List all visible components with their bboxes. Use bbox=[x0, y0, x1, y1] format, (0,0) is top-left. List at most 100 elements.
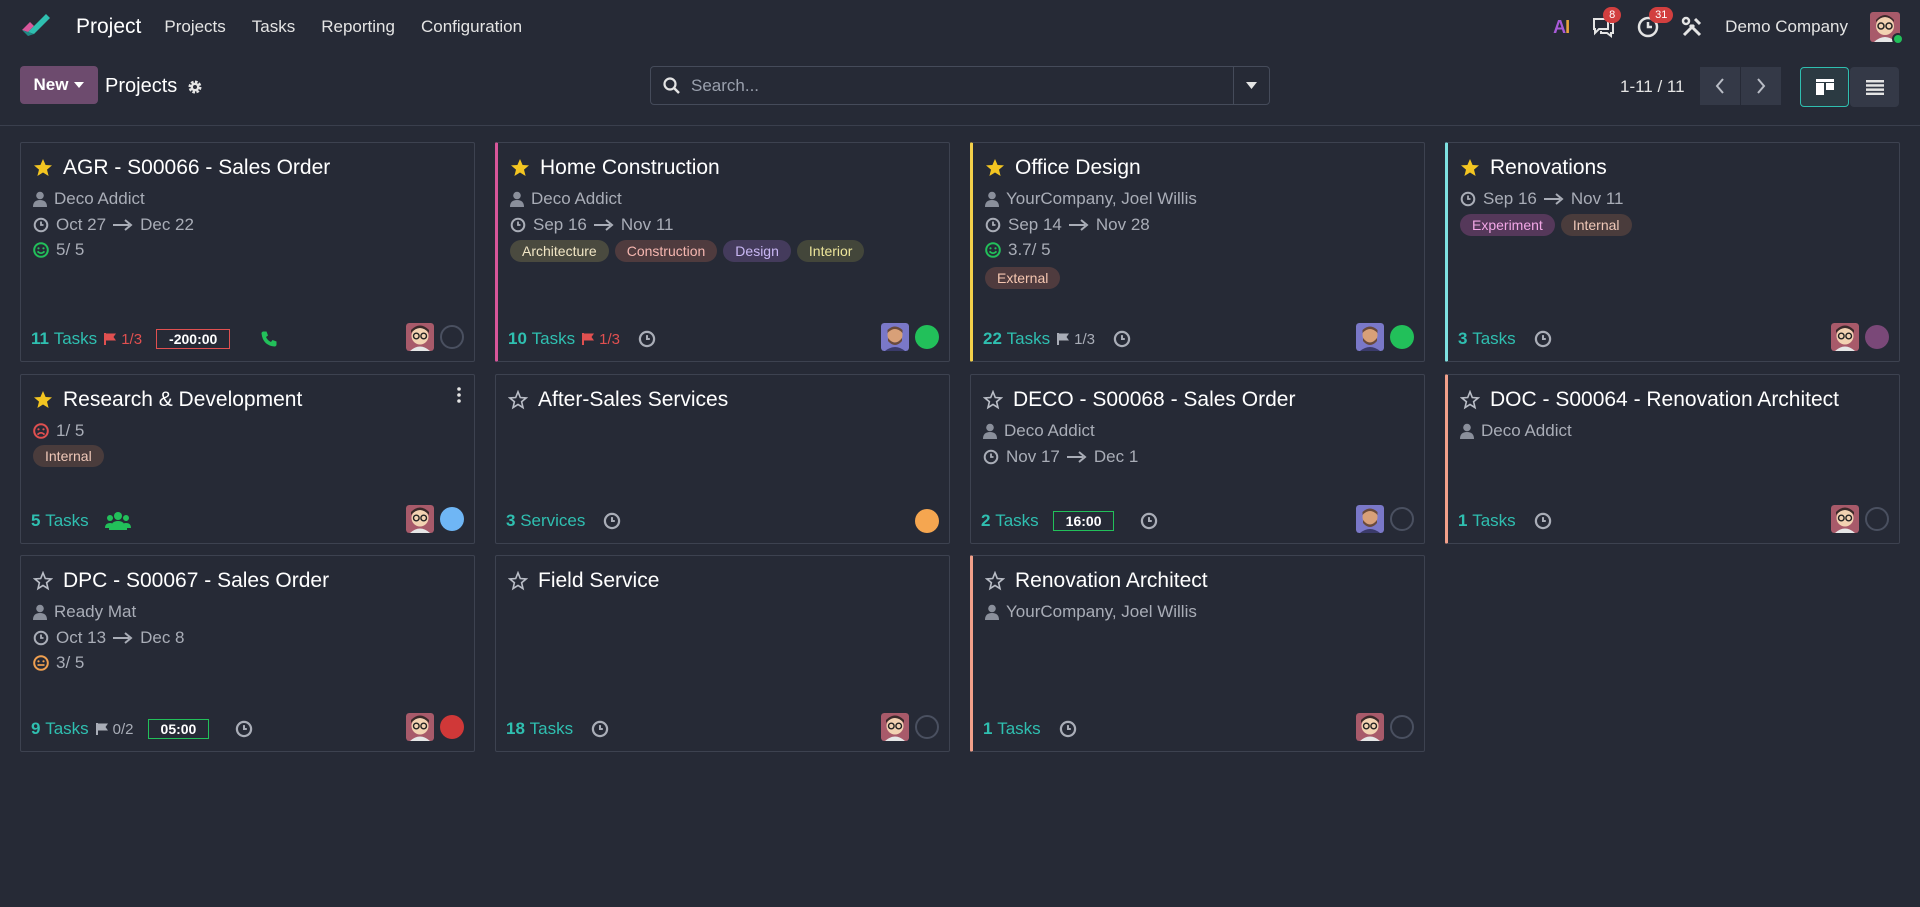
activity-clock-icon[interactable] bbox=[591, 720, 609, 738]
project-card[interactable]: Renovations Sep 16 Nov 11 Experiment Int… bbox=[1445, 142, 1900, 362]
users-icon[interactable] bbox=[105, 511, 131, 531]
project-card[interactable]: Field Service 18 Tasks bbox=[495, 555, 950, 752]
project-card[interactable]: Home Construction Deco Addict Sep 16 Nov… bbox=[495, 142, 950, 362]
status-dot[interactable] bbox=[1390, 325, 1414, 349]
project-title[interactable]: DOC - S00064 - Renovation Architect bbox=[1490, 388, 1839, 412]
avatar[interactable] bbox=[881, 323, 909, 351]
avatar[interactable] bbox=[406, 323, 434, 351]
favorite-star-icon[interactable] bbox=[33, 390, 53, 410]
favorite-star-icon[interactable] bbox=[33, 571, 53, 591]
project-title[interactable]: After-Sales Services bbox=[538, 388, 728, 412]
avatar[interactable] bbox=[1831, 505, 1859, 533]
activity-clock-icon[interactable] bbox=[638, 330, 656, 348]
project-card[interactable]: Renovation Architect YourCompany, Joel W… bbox=[970, 555, 1425, 752]
project-card[interactable]: After-Sales Services 3 Services bbox=[495, 374, 950, 544]
tasks-link[interactable]: 11 Tasks bbox=[31, 329, 97, 349]
favorite-star-icon[interactable] bbox=[33, 158, 53, 178]
status-dot[interactable] bbox=[915, 509, 939, 533]
project-title[interactable]: Research & Development bbox=[63, 388, 302, 412]
favorite-star-icon[interactable] bbox=[508, 390, 528, 410]
tasks-link[interactable]: 3 Tasks bbox=[1458, 329, 1516, 349]
menu-tasks[interactable]: Tasks bbox=[239, 17, 308, 37]
avatar[interactable] bbox=[1831, 323, 1859, 351]
search-input[interactable] bbox=[691, 75, 1233, 96]
phone-icon[interactable] bbox=[260, 330, 278, 348]
pager-value[interactable]: 1-11 / 11 bbox=[1620, 77, 1685, 97]
avatar[interactable] bbox=[881, 713, 909, 741]
status-dot[interactable] bbox=[440, 715, 464, 739]
project-card[interactable]: Research & Development 1/ 5 Internal 5 T… bbox=[20, 374, 475, 544]
project-title[interactable]: Office Design bbox=[1015, 156, 1141, 180]
tasks-link[interactable]: 1 Tasks bbox=[1458, 511, 1516, 531]
arrow-right-icon bbox=[1067, 451, 1087, 463]
activity-clock-icon[interactable] bbox=[1534, 330, 1552, 348]
favorite-star-icon[interactable] bbox=[983, 390, 1003, 410]
app-title[interactable]: Project bbox=[76, 15, 141, 39]
activity-clock-icon[interactable] bbox=[1140, 512, 1158, 530]
project-title[interactable]: Field Service bbox=[538, 569, 659, 593]
user-avatar[interactable] bbox=[1870, 12, 1904, 45]
project-card[interactable]: Office Design YourCompany, Joel Willis S… bbox=[970, 142, 1425, 362]
tasks-link[interactable]: 9 Tasks bbox=[31, 719, 89, 739]
status-dot[interactable] bbox=[1865, 507, 1889, 531]
avatar[interactable] bbox=[1356, 713, 1384, 741]
project-card[interactable]: DOC - S00064 - Renovation Architect Deco… bbox=[1445, 374, 1900, 544]
status-dot[interactable] bbox=[440, 507, 464, 531]
favorite-star-icon[interactable] bbox=[510, 158, 530, 178]
new-button[interactable]: New bbox=[20, 66, 98, 104]
tasks-link[interactable]: 3 Services bbox=[506, 511, 585, 531]
status-dot[interactable] bbox=[1390, 507, 1414, 531]
messages-button[interactable]: 8 bbox=[1591, 7, 1622, 38]
activity-clock-icon[interactable] bbox=[1113, 330, 1131, 348]
menu-reporting[interactable]: Reporting bbox=[308, 17, 408, 37]
activities-button[interactable]: 31 bbox=[1637, 7, 1674, 38]
tasks-link[interactable]: 10 Tasks bbox=[508, 329, 575, 349]
favorite-star-icon[interactable] bbox=[508, 571, 528, 591]
status-dot[interactable] bbox=[915, 715, 939, 739]
gear-icon[interactable] bbox=[187, 79, 203, 95]
project-title[interactable]: Home Construction bbox=[540, 156, 720, 180]
favorite-star-icon[interactable] bbox=[985, 158, 1005, 178]
list-view-button[interactable] bbox=[1850, 67, 1899, 107]
project-card[interactable]: DPC - S00067 - Sales Order Ready Mat Oct… bbox=[20, 555, 475, 752]
tasks-link[interactable]: 2 Tasks bbox=[981, 511, 1039, 531]
project-title[interactable]: DPC - S00067 - Sales Order bbox=[63, 569, 329, 593]
activity-clock-icon[interactable] bbox=[235, 720, 253, 738]
date-end: Nov 28 bbox=[1095, 215, 1150, 234]
search-options-toggle[interactable] bbox=[1233, 67, 1269, 104]
kanban-view-button[interactable] bbox=[1800, 67, 1849, 107]
avatar[interactable] bbox=[1356, 323, 1384, 351]
menu-projects[interactable]: Projects bbox=[151, 17, 238, 37]
status-dot[interactable] bbox=[1390, 715, 1414, 739]
project-app-icon[interactable] bbox=[20, 14, 50, 40]
avatar[interactable] bbox=[1356, 505, 1384, 533]
avatar[interactable] bbox=[406, 505, 434, 533]
menu-configuration[interactable]: Configuration bbox=[408, 17, 535, 37]
project-card[interactable]: AGR - S00066 - Sales Order Deco Addict O… bbox=[20, 142, 475, 362]
tasks-link[interactable]: 22 Tasks bbox=[983, 329, 1050, 349]
tasks-link[interactable]: 18 Tasks bbox=[506, 719, 573, 739]
favorite-star-icon[interactable] bbox=[1460, 158, 1480, 178]
status-dot[interactable] bbox=[440, 325, 464, 349]
activity-clock-icon[interactable] bbox=[603, 512, 621, 530]
favorite-star-icon[interactable] bbox=[985, 571, 1005, 591]
company-switcher[interactable]: Demo Company bbox=[1725, 17, 1848, 37]
activity-clock-icon[interactable] bbox=[1059, 720, 1077, 738]
project-title[interactable]: DECO - S00068 - Sales Order bbox=[1013, 388, 1295, 412]
pager-next-button[interactable] bbox=[1741, 67, 1781, 105]
status-dot[interactable] bbox=[915, 325, 939, 349]
pager-previous-button[interactable] bbox=[1700, 67, 1740, 105]
tasks-link[interactable]: 1 Tasks bbox=[983, 719, 1041, 739]
ai-icon[interactable]: AI bbox=[1553, 17, 1570, 38]
avatar[interactable] bbox=[406, 713, 434, 741]
project-title[interactable]: AGR - S00066 - Sales Order bbox=[63, 156, 330, 180]
tools-icon[interactable] bbox=[1681, 16, 1703, 38]
status-dot[interactable] bbox=[1865, 325, 1889, 349]
project-card[interactable]: DECO - S00068 - Sales Order Deco Addict … bbox=[970, 374, 1425, 544]
activity-clock-icon[interactable] bbox=[1534, 512, 1552, 530]
favorite-star-icon[interactable] bbox=[1460, 390, 1480, 410]
tasks-link[interactable]: 5 Tasks bbox=[31, 511, 89, 531]
project-title[interactable]: Renovation Architect bbox=[1015, 569, 1208, 593]
kebab-menu-icon[interactable] bbox=[456, 387, 462, 403]
project-title[interactable]: Renovations bbox=[1490, 156, 1607, 180]
